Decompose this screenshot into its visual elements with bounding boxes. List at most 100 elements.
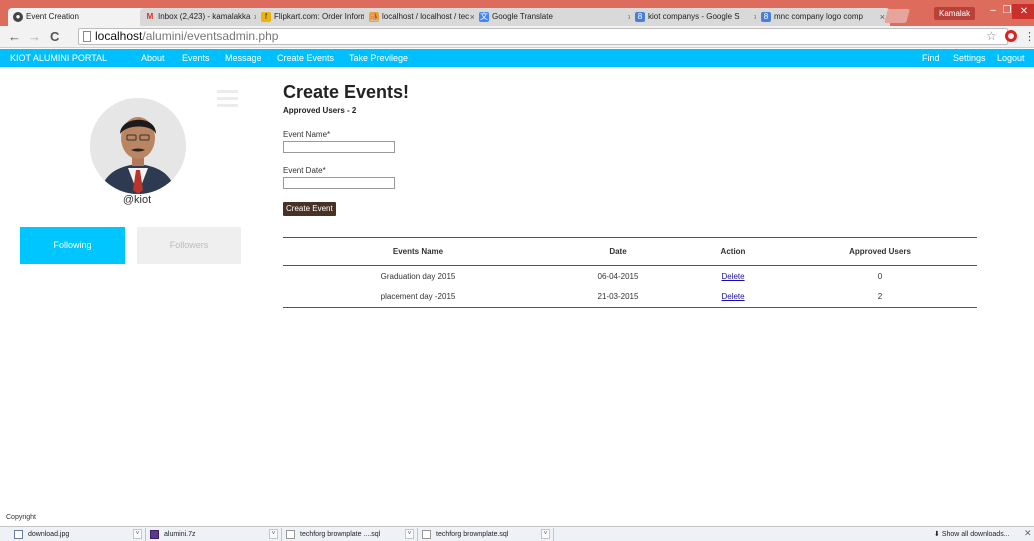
browser-tab-strip: ● Event Creation × M Inbox (2,423) - kam… bbox=[0, 0, 1034, 26]
document-file-icon bbox=[286, 529, 295, 539]
tab-google-translate[interactable]: 文 Google Translate × bbox=[474, 8, 638, 26]
tab-phpmyadmin[interactable]: ⛵ localhost / localhost / tec × bbox=[364, 8, 480, 26]
download-filename: download.jpg bbox=[28, 531, 70, 538]
action-cell: Delete bbox=[683, 287, 783, 308]
profile-username: @kiot bbox=[122, 194, 152, 206]
opera-extension-icon[interactable] bbox=[1005, 30, 1017, 42]
flipkart-icon: f bbox=[261, 12, 271, 22]
tab-title: mnc company logo comp bbox=[774, 12, 863, 21]
tab-title: Event Creation bbox=[26, 12, 79, 21]
column-header-date: Date bbox=[609, 247, 627, 256]
followers-button[interactable]: Followers bbox=[137, 227, 241, 264]
divider bbox=[281, 528, 282, 541]
tab-flipkart[interactable]: f Flipkart.com: Order Inform × bbox=[256, 8, 372, 26]
event-name-cell: placement day -2015 bbox=[380, 292, 456, 302]
download-arrow-icon: ⬇ bbox=[934, 531, 940, 538]
column-header-approved-users: Approved Users bbox=[849, 247, 911, 256]
user-photo bbox=[90, 98, 186, 194]
new-tab-button[interactable] bbox=[884, 9, 910, 23]
image-file-icon bbox=[14, 529, 23, 539]
url-host: localhost bbox=[95, 29, 143, 43]
events-table: Events Name Date Action Approved Users G… bbox=[283, 237, 977, 308]
column-header-action: Action bbox=[720, 247, 746, 256]
tab-gmail-inbox[interactable]: M Inbox (2,423) - kamalakka × bbox=[140, 8, 264, 26]
address-bar[interactable]: localhost/alumini/eventsadmin.php bbox=[78, 28, 1008, 45]
chevron-down-icon[interactable]: ˅ bbox=[269, 529, 278, 539]
site-navbar: KIOT ALUMINI PORTAL About Events Message… bbox=[0, 49, 1034, 67]
forward-arrow-icon[interactable]: → bbox=[28, 29, 41, 45]
tab-close-icon[interactable]: × bbox=[880, 8, 885, 26]
chevron-down-icon[interactable]: ˅ bbox=[541, 529, 550, 539]
event-date-cell: 06-04-2015 bbox=[597, 271, 639, 281]
delete-link[interactable]: Delete bbox=[721, 272, 744, 281]
column-header-events-name: Events Name bbox=[392, 247, 444, 256]
menu-icon[interactable]: ⋮ bbox=[1024, 30, 1034, 43]
delete-link[interactable]: Delete bbox=[721, 292, 744, 301]
close-icon[interactable]: ✕ bbox=[1024, 528, 1032, 539]
event-name-label: Event Name* bbox=[283, 130, 331, 139]
nav-settings[interactable]: Settings bbox=[953, 49, 986, 67]
download-item[interactable]: alumini.7z bbox=[150, 529, 196, 541]
chevron-down-icon[interactable]: ˅ bbox=[133, 529, 142, 539]
tab-mnc-logo-search[interactable]: 8 mnc company logo comp × bbox=[756, 8, 890, 26]
chevron-down-icon[interactable]: ˅ bbox=[405, 529, 414, 539]
nav-create-events[interactable]: Create Events bbox=[277, 49, 334, 67]
document-file-icon bbox=[422, 529, 431, 539]
divider bbox=[417, 528, 418, 541]
tab-title: localhost / localhost / tec bbox=[382, 12, 470, 21]
event-date-cell: 21-03-2015 bbox=[597, 292, 639, 302]
chrome-icon: ● bbox=[13, 12, 23, 22]
nav-take-previlege[interactable]: Take Previlege bbox=[349, 49, 408, 67]
show-all-downloads-link[interactable]: ⬇ Show all downloads... bbox=[934, 529, 1010, 541]
footer-copyright: Copyright bbox=[6, 514, 36, 521]
event-date-input[interactable] bbox=[283, 177, 395, 189]
translate-icon: 文 bbox=[479, 12, 489, 22]
divider bbox=[145, 528, 146, 541]
tab-event-creation[interactable]: ● Event Creation × bbox=[8, 8, 154, 26]
hamburger-menu-icon[interactable] bbox=[217, 90, 238, 111]
table-header-row: Events Name Date Action Approved Users bbox=[283, 237, 977, 266]
event-name-input[interactable] bbox=[283, 141, 395, 153]
bookmark-star-icon[interactable]: ☆ bbox=[986, 29, 997, 43]
download-filename: techforg brownplate ....sql bbox=[300, 531, 381, 538]
create-event-button[interactable]: Create Event bbox=[283, 202, 336, 216]
event-name-cell: Graduation day 2015 bbox=[380, 271, 456, 281]
url-path: /alumini/eventsadmin.php bbox=[142, 29, 279, 43]
window-close-icon[interactable]: ✕ bbox=[1012, 4, 1034, 19]
google-icon: 8 bbox=[635, 12, 645, 22]
nav-message[interactable]: Message bbox=[225, 49, 262, 67]
download-filename: alumini.7z bbox=[164, 531, 196, 538]
show-all-downloads-label: Show all downloads... bbox=[941, 531, 1010, 538]
tab-title: kiot companys - Google S bbox=[648, 12, 740, 21]
nav-logout[interactable]: Logout bbox=[997, 49, 1025, 67]
reload-icon[interactable]: C bbox=[50, 29, 59, 45]
nav-about[interactable]: About bbox=[141, 49, 165, 67]
browser-toolbar: ← → C localhost/alumini/eventsadmin.php … bbox=[0, 26, 1034, 48]
divider bbox=[553, 528, 554, 541]
approved-users-cell: 2 bbox=[877, 292, 883, 302]
brand-link[interactable]: KIOT ALUMINI PORTAL bbox=[10, 49, 107, 67]
tab-title: Google Translate bbox=[492, 12, 553, 21]
download-item[interactable]: download.jpg bbox=[14, 529, 69, 541]
download-shelf: download.jpg ˅ alumini.7z ˅ techforg bro… bbox=[0, 526, 1034, 541]
back-arrow-icon[interactable]: ← bbox=[8, 29, 21, 45]
download-filename: techforg brownplate.sql bbox=[436, 531, 509, 538]
gmail-icon: M bbox=[146, 12, 154, 21]
approved-users-cell: 0 bbox=[877, 271, 883, 281]
nav-find[interactable]: Find bbox=[922, 49, 940, 67]
nav-events[interactable]: Events bbox=[182, 49, 210, 67]
approved-users-count: Approved Users - 2 bbox=[283, 106, 357, 115]
download-item[interactable]: techforg brownplate ....sql bbox=[286, 529, 380, 541]
page-icon bbox=[83, 31, 91, 42]
google-icon: 8 bbox=[761, 12, 771, 22]
phpmyadmin-icon: ⛵ bbox=[369, 12, 379, 22]
tab-title: Flipkart.com: Order Inform bbox=[274, 12, 366, 21]
table-row: placement day -2015 21-03-2015 Delete 2 bbox=[283, 287, 977, 308]
following-button[interactable]: Following bbox=[20, 227, 125, 264]
action-cell: Delete bbox=[683, 266, 783, 287]
profile-user-badge[interactable]: Kamalak bbox=[934, 7, 976, 20]
archive-file-icon bbox=[150, 529, 159, 539]
download-item[interactable]: techforg brownplate.sql bbox=[422, 529, 508, 541]
avatar bbox=[90, 98, 186, 194]
tab-kiot-companys-search[interactable]: 8 kiot companys - Google S × bbox=[630, 8, 764, 26]
